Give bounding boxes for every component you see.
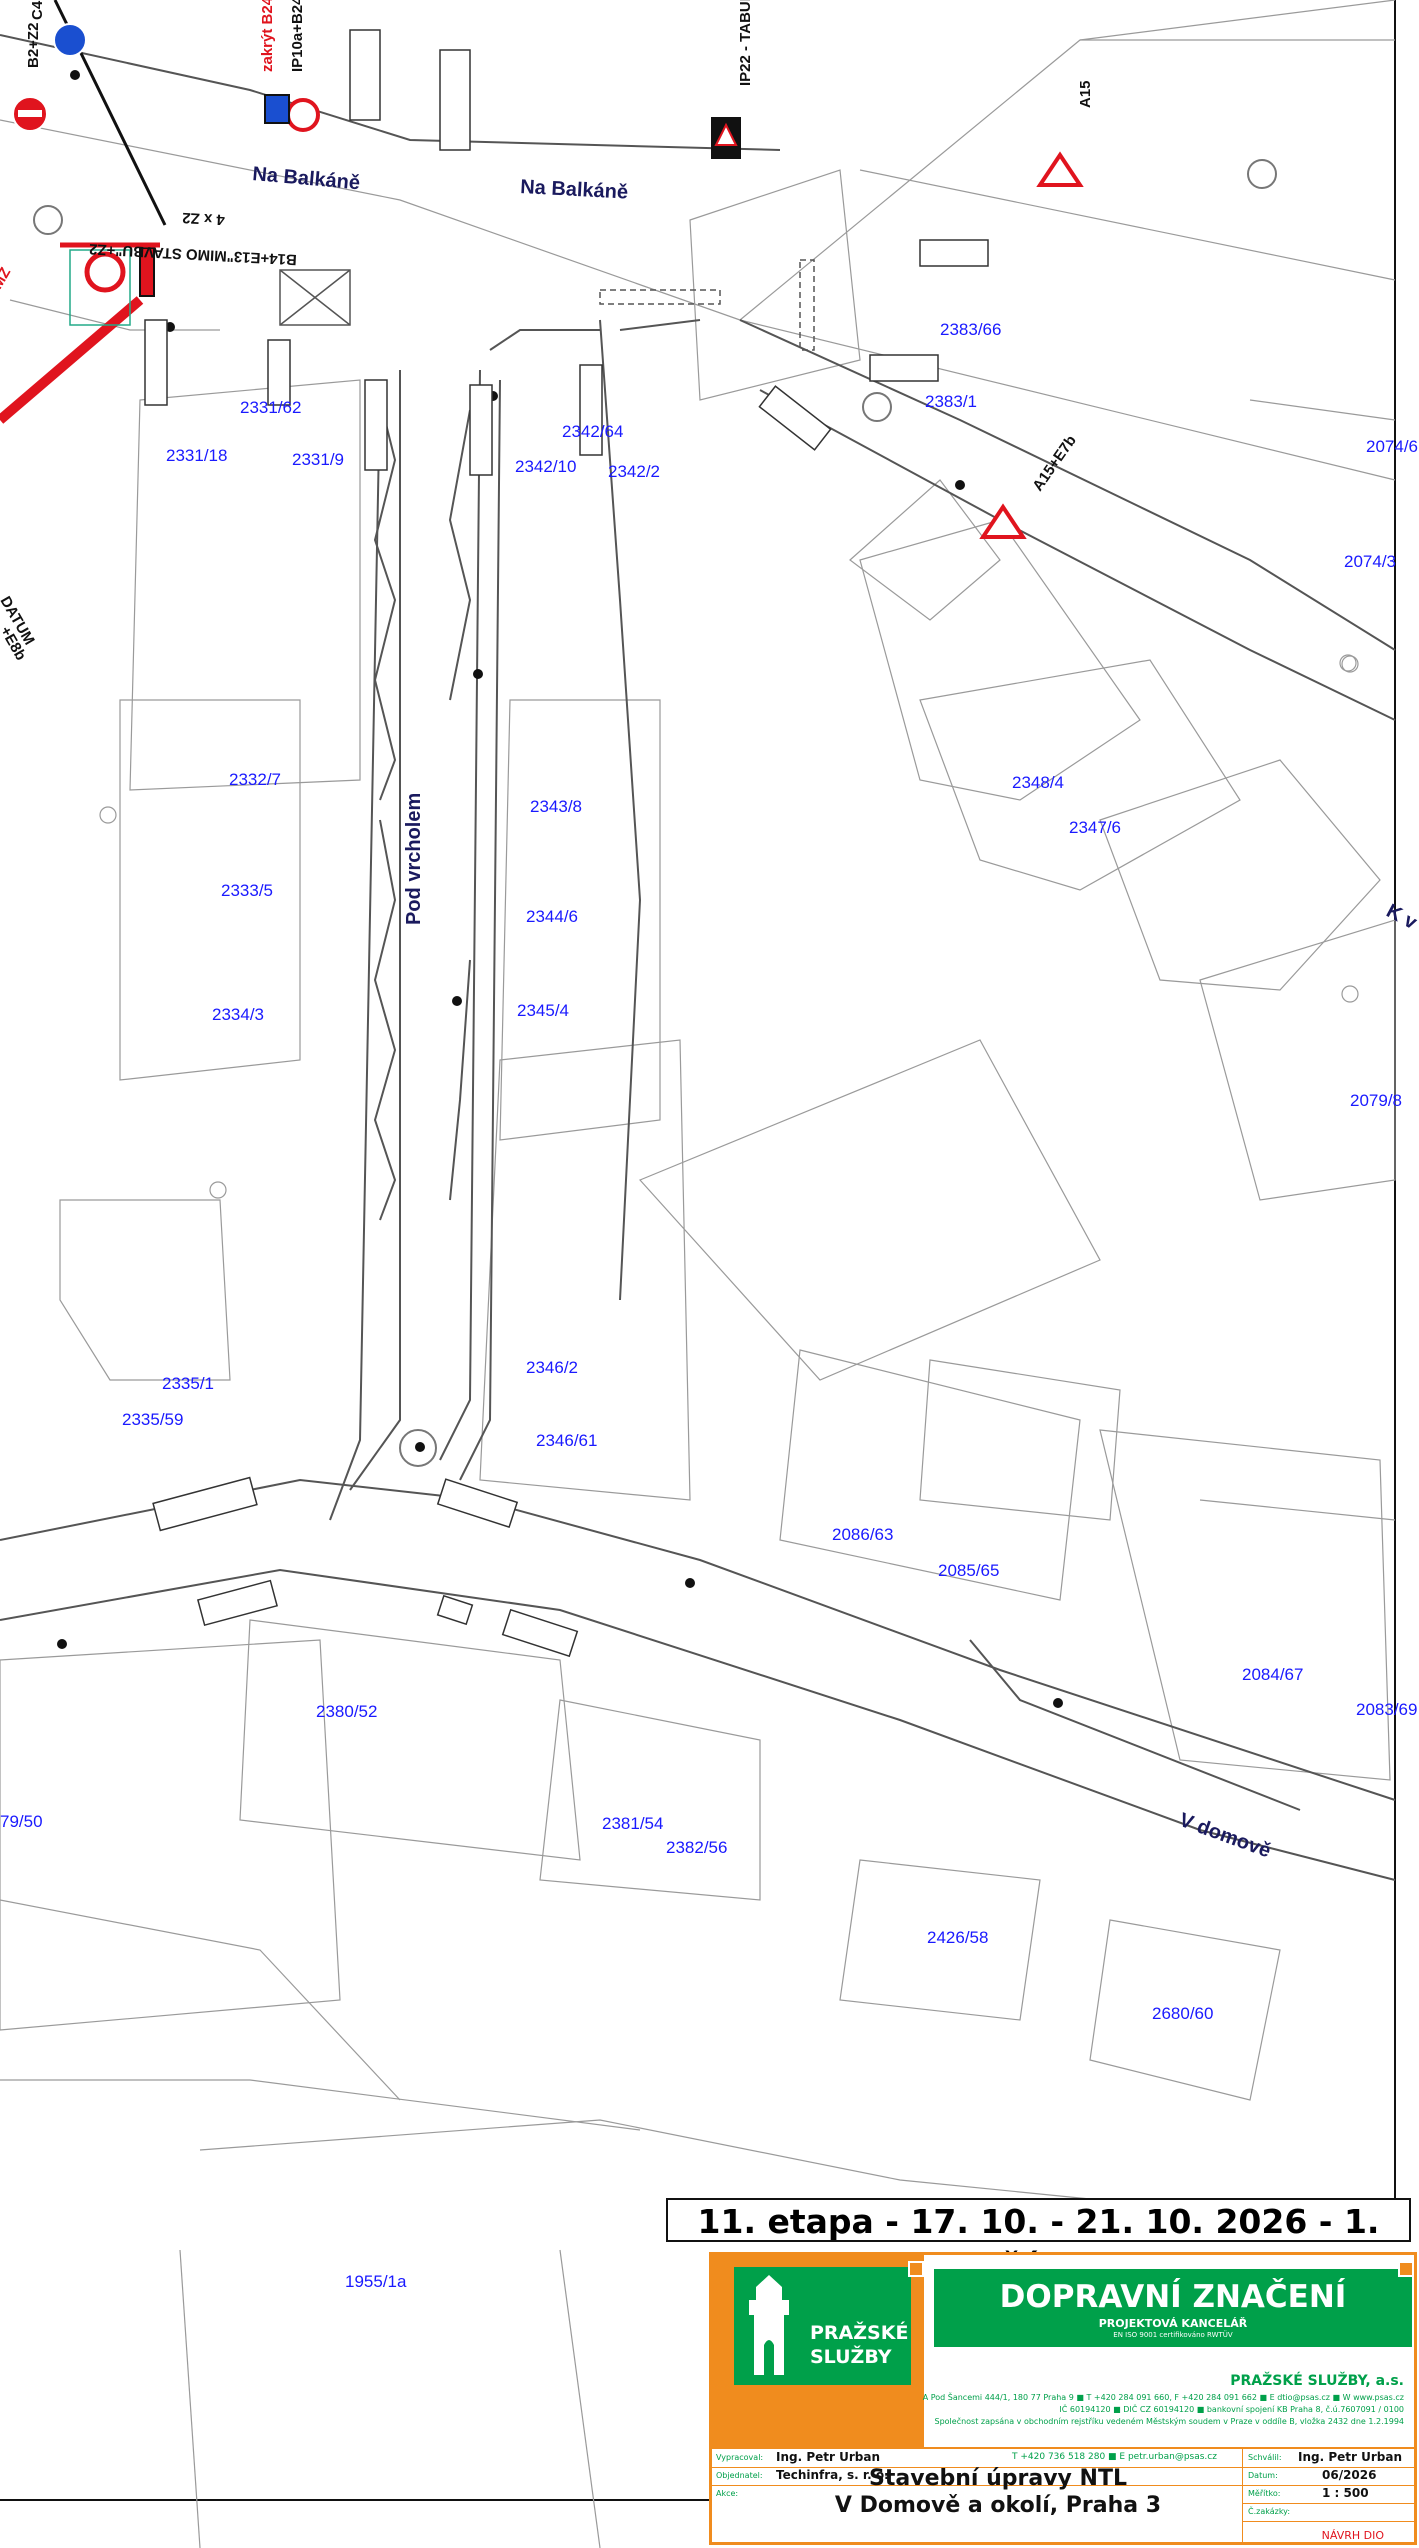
action-label: Akce: (716, 2489, 739, 2498)
parcel-label: 2335/1 (162, 1374, 214, 1393)
parcel-label: 2074/6 (1366, 437, 1418, 456)
parcel-label: 2382/56 (666, 1838, 727, 1857)
parcel-label: 2333/5 (221, 881, 273, 900)
title-grid: Vypracoval: Ing. Petr Urban T +420 736 5… (712, 2447, 1414, 2544)
parcel-label: 2083/69 (1356, 1700, 1417, 1719)
prepared-value: Ing. Petr Urban (776, 2450, 880, 2464)
logo-line-1: PRAŽSKÉ (810, 2322, 909, 2344)
street-na-balkane-2: Na Balkáně (520, 176, 629, 204)
stage-title: 11. etapa - 17. 10. - 21. 10. 2026 - 1. … (666, 2198, 1411, 2285)
parcel-label: 2342/2 (608, 462, 660, 481)
project-line-2: V Domově a okolí, Praha 3 (834, 2493, 1162, 2518)
parcel-label: 79/50 (0, 1812, 43, 1831)
company-logo: PRAŽSKÉ SLUŽBY (712, 2255, 924, 2447)
company-ids: IČ 60194120 ■ DIČ CZ 60194120 ■ bankovní… (1059, 2405, 1404, 2414)
parcel-label: 2344/6 (526, 907, 578, 926)
street-pod-vrcholem: Pod vrcholem (403, 793, 425, 925)
parcel-label: 2331/62 (240, 398, 301, 417)
parcel-label: 2335/59 (122, 1410, 183, 1429)
parcel-label: 2334/3 (212, 1005, 264, 1024)
company-address: A Pod Šancemi 444/1, 180 77 Praha 9 ■ T … (922, 2393, 1404, 2402)
order-label: Č.zakázky: (1248, 2507, 1291, 2516)
sign-label-zakryt-b24: zakrýt B24 (259, 0, 276, 72)
project-line-1: Stavební úpravy NTL (869, 2466, 1127, 2491)
parcel-label: 2342/10 (515, 457, 576, 476)
company-name: PRAŽSKÉ SLUŽBY, a.s. (1230, 2373, 1404, 2389)
parcel-label: 2342/64 (562, 422, 623, 441)
parcel-label: 1955/1a (345, 2272, 407, 2291)
sign-label-mz: MZ (0, 265, 14, 292)
parcel-label: 2380/52 (316, 1702, 377, 1721)
header-banner: DOPRAVNÍ ZNAČENÍ PROJEKTOVÁ KANCELÁŘ EN … (934, 2269, 1412, 2347)
parcel-label: 2348/4 (1012, 773, 1064, 792)
parcel-label: 2680/60 (1152, 2004, 1213, 2023)
sign-label-c4b-z4: C4b+Z4 (29, 0, 46, 20)
sign-label-a15: A15 (1077, 80, 1094, 108)
parcel-label: 2331/9 (292, 450, 344, 469)
logo-line-2: SLUŽBY (810, 2346, 892, 2368)
map-canvas[interactable]: Na Balkáně Na Balkáně Pod vrcholem V dom… (0, 0, 1419, 2548)
sign-label-b2-z2: B2+Z2 (25, 23, 42, 68)
prepared-phone: T +420 736 518 280 ■ E petr.urban@psas.c… (1012, 2452, 1217, 2462)
parcel-label: 2383/66 (940, 320, 1001, 339)
date-value: 06/2026 (1322, 2468, 1377, 2482)
checked-value: Ing. Petr Urban (1298, 2450, 1402, 2464)
parcel-label: 2426/58 (927, 1928, 988, 1947)
street-v-domove: V domově (1176, 1809, 1273, 1862)
status-badge: NÁVRH DIO (1321, 2529, 1384, 2542)
header-title: DOPRAVNÍ ZNAČENÍ (999, 2279, 1347, 2315)
street-na-balkane-1: Na Balkáně (252, 163, 361, 194)
parcel-label: 2346/61 (536, 1431, 597, 1450)
parcel-label: 2085/65 (938, 1561, 999, 1580)
prepared-label: Vypracoval: (716, 2453, 764, 2462)
parcel-label: 2346/2 (526, 1358, 578, 1377)
company-register: Společnost zapsána v obchodním rejstříku… (934, 2417, 1405, 2426)
scale-value: 1 : 500 (1322, 2486, 1369, 2500)
sign-label-4xz2: 4 x Z2 (182, 209, 225, 228)
sign-label-a15-e7b: A15+E7b (1029, 432, 1080, 494)
project-title: Stavební úpravy NTL V Domově a okolí, Pr… (762, 2465, 1234, 2519)
header-subtitle: PROJEKTOVÁ KANCELÁŘ (1098, 2317, 1248, 2330)
parcel-label: 2084/67 (1242, 1665, 1303, 1684)
street-k-partial: K v (1383, 900, 1419, 934)
map-drawing: Na Balkáně Na Balkáně Pod vrcholem V dom… (0, 0, 1419, 2548)
parcel-label: 2332/7 (229, 770, 281, 789)
header-iso: EN ISO 9001 certifikováno RWTÜV (1113, 2331, 1233, 2339)
title-block: PRAŽSKÉ SLUŽBY DOPRAVNÍ ZNAČENÍ PROJEKTO… (709, 2252, 1417, 2545)
parcel-label: 2079/8 (1350, 1091, 1402, 1110)
date-label: Datum: (1248, 2471, 1278, 2480)
parcel-label: 2383/1 (925, 392, 977, 411)
parcel-label: 2345/4 (517, 1001, 569, 1020)
parcel-label: 2381/54 (602, 1814, 663, 1833)
client-label: Objednatel: (716, 2471, 763, 2480)
parcel-label: 2343/8 (530, 797, 582, 816)
parcel-label: 2347/6 (1069, 818, 1121, 837)
sign-label-ip10a-b24: IP10a+B24 (289, 0, 306, 72)
sign-label-ip22: IP22 - TABULE (737, 0, 754, 86)
tower-icon (749, 2275, 789, 2375)
checked-label: Schválil: (1248, 2453, 1282, 2462)
parcel-label: 2086/63 (832, 1525, 893, 1544)
parcel-label: 2331/18 (166, 446, 227, 465)
parcel-label: 2074/3 (1344, 552, 1396, 571)
scale-label: Měřítko: (1248, 2489, 1281, 2498)
